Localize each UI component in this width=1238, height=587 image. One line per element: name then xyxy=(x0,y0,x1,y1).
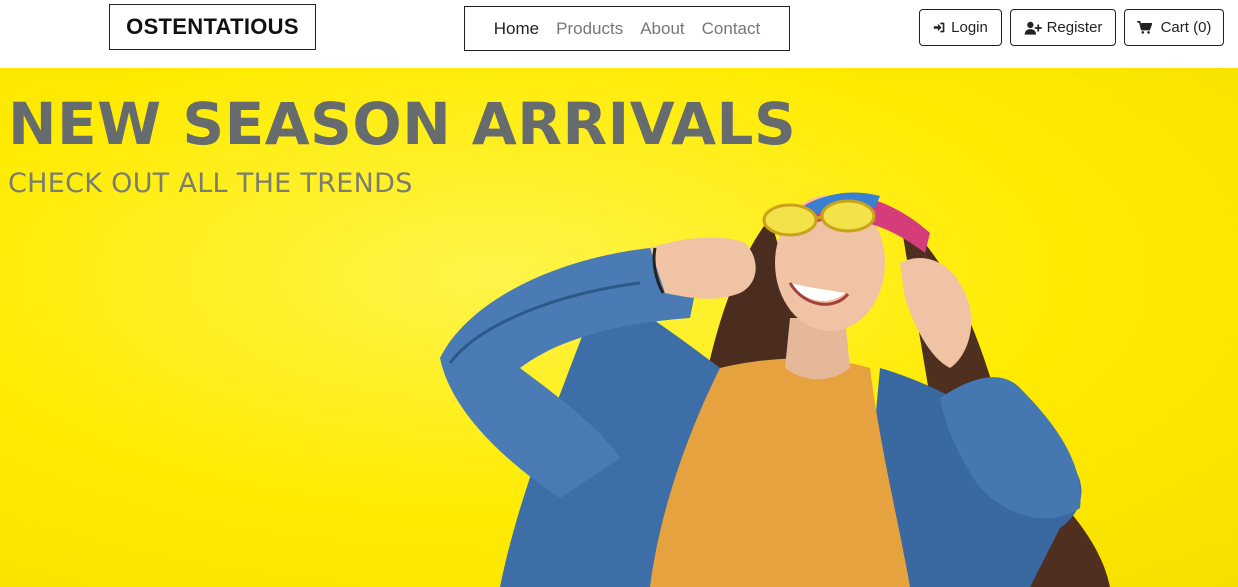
main-nav: Home Products About Contact xyxy=(464,6,790,51)
nav-link-home[interactable]: Home xyxy=(494,19,539,39)
login-button[interactable]: Login xyxy=(919,9,1002,46)
hero-banner: NEW SEASON ARRIVALS CHECK OUT ALL THE TR… xyxy=(0,68,1238,587)
cart-label: Cart (0) xyxy=(1160,19,1212,36)
register-label: Register xyxy=(1046,19,1103,36)
shopping-cart-icon xyxy=(1136,21,1152,34)
nav-link-about[interactable]: About xyxy=(640,19,684,39)
login-label: Login xyxy=(951,19,988,36)
user-plus-icon xyxy=(1024,21,1042,35)
hero-subtitle: CHECK OUT ALL THE TRENDS xyxy=(8,168,413,199)
navbar: OSTENTATIOUS Home Products About Contact… xyxy=(0,0,1238,68)
sign-in-icon xyxy=(933,21,946,34)
register-button[interactable]: Register xyxy=(1010,9,1116,46)
cart-button[interactable]: Cart (0) xyxy=(1124,9,1224,46)
nav-link-products[interactable]: Products xyxy=(556,19,623,39)
hero-title: NEW SEASON ARRIVALS xyxy=(8,90,797,158)
nav-link-contact[interactable]: Contact xyxy=(702,19,761,39)
brand-logo[interactable]: OSTENTATIOUS xyxy=(109,4,316,50)
